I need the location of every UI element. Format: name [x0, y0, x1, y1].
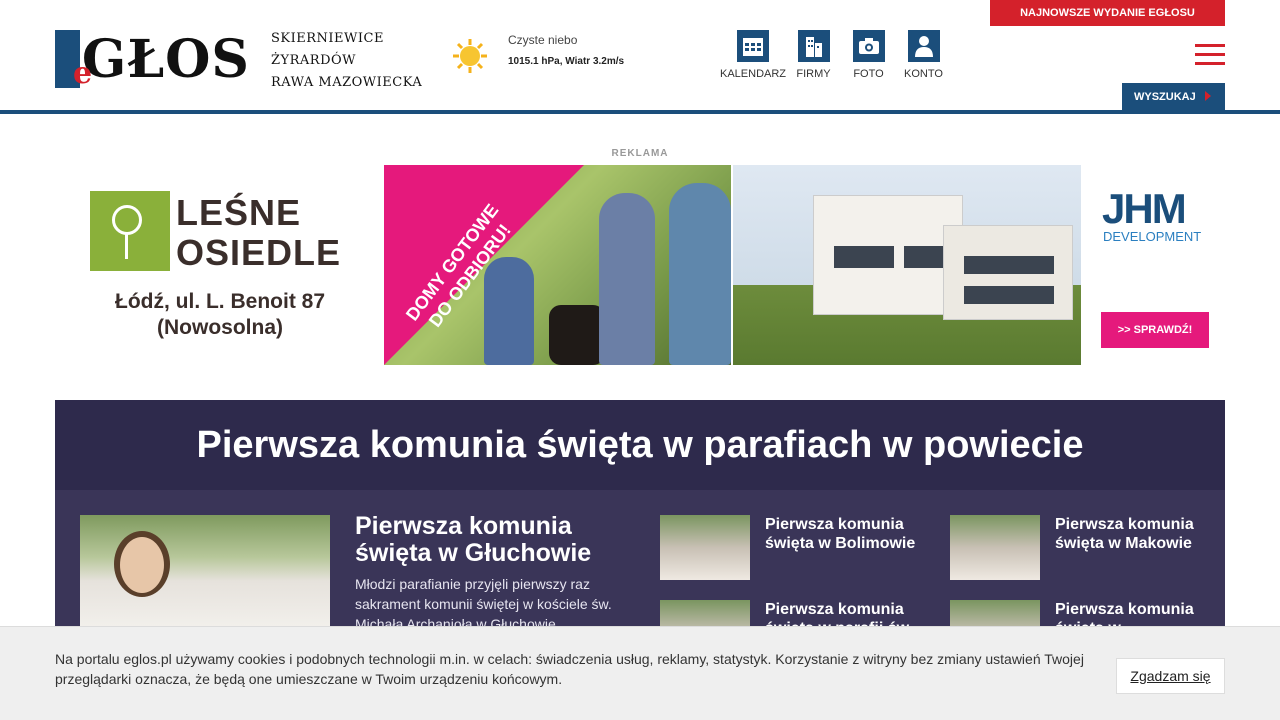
side-article[interactable]: Pierwsza komunia święta w Makowie — [950, 515, 1230, 585]
logo-text: GŁOS — [81, 28, 250, 90]
calendar-icon — [737, 30, 769, 62]
nav-calendar-label: KALENDARZ — [720, 68, 787, 80]
feature-banner: Pierwsza komunia święta w parafiach w po… — [55, 400, 1225, 490]
latest-issue-button[interactable]: NAJNOWSZE WYDANIE EGŁOSU — [990, 0, 1225, 26]
search-button[interactable]: WYSZUKAJ — [1122, 83, 1225, 110]
nav-account-label: KONTO — [904, 68, 943, 80]
cookie-accept-button[interactable]: Zgadzam się — [1116, 658, 1225, 694]
nav-firms[interactable]: FIRMY — [786, 30, 841, 80]
nav-photo[interactable]: FOTO — [841, 30, 896, 80]
region-skierniewice[interactable]: SKIERNIEWICE — [271, 28, 422, 50]
side-article-title[interactable]: Pierwsza komunia święta w Makowie — [1055, 515, 1225, 553]
weather-condition: Czyste niebo — [508, 33, 578, 47]
ad-family-photo[interactable]: DOMY GOTOWE DO ODBIORU! — [384, 165, 731, 365]
camera-icon — [852, 30, 885, 62]
weather-details: 1015.1 hPa, Wiatr 3.2m/s — [508, 56, 625, 67]
main-article-title[interactable]: Pierwsza komunia święta w Głuchowie — [355, 513, 615, 567]
side-article-thumb[interactable] — [950, 515, 1040, 580]
nav-calendar[interactable]: KALENDARZ — [720, 30, 786, 80]
ad-check-button[interactable]: >> SPRAWDŹ! — [1101, 312, 1209, 348]
user-icon — [907, 30, 940, 62]
nav-account[interactable]: KONTO — [896, 30, 951, 80]
ad-lesne-osiedle[interactable]: LEŚNE OSIEDLE Łódź, ul. L. Benoit 87 (No… — [70, 165, 380, 365]
building-icon — [797, 30, 830, 62]
region-rawa[interactable]: RAWA MAZOWIECKA — [271, 72, 422, 94]
jhm-logo: JHM — [1102, 185, 1187, 232]
ad-brand: LEŚNE OSIEDLE — [176, 192, 342, 273]
quick-nav: KALENDARZ FIRMY FOTO KONTO — [720, 30, 951, 80]
side-article-title[interactable]: Pierwsza komunia święta w Bolimowie — [765, 515, 935, 553]
chevron-right-icon — [1205, 91, 1211, 101]
ad-label: REKLAMA — [611, 148, 669, 159]
ad-house-photo[interactable] — [733, 165, 1081, 365]
logo-badge-icon — [55, 30, 92, 91]
eglos-logo[interactable]: GŁOS — [55, 28, 250, 91]
nav-firms-label: FIRMY — [796, 68, 831, 80]
ad-address: Łódź, ul. L. Benoit 87 (Nowosolna) — [115, 290, 325, 339]
region-zyrardow[interactable]: ŻYRARDÓW — [271, 50, 422, 72]
cookie-banner: Na portalu eglos.pl używamy cookies i po… — [0, 626, 1280, 720]
nav-photo-label: FOTO — [853, 68, 884, 80]
menu-hamburger-icon[interactable] — [1195, 44, 1225, 66]
region-list: SKIERNIEWICE ŻYRARDÓW RAWA MAZOWIECKA — [271, 28, 422, 94]
site-header: GŁOS SKIERNIEWICE ŻYRARDÓW RAWA MAZOWIEC… — [0, 0, 1280, 114]
main-article-excerpt: Młodzi parafianie przyjęli pierwszy raz … — [355, 576, 612, 632]
ad-jhm[interactable]: JHM DEVELOPMENT >> SPRAWDŹ! — [1095, 165, 1220, 365]
search-button-label: WYSZUKAJ — [1134, 90, 1196, 103]
side-article-thumb[interactable] — [660, 515, 750, 580]
cookie-text: Na portalu eglos.pl używamy cookies i po… — [55, 651, 1084, 687]
side-article[interactable]: Pierwsza komunia święta w Bolimowie — [660, 515, 940, 585]
main-article-image[interactable] — [80, 515, 330, 635]
jhm-development: DEVELOPMENT — [1103, 229, 1202, 244]
sun-icon — [453, 39, 487, 73]
feature-title[interactable]: Pierwsza komunia święta w parafiach w po… — [197, 424, 1084, 467]
tree-logo-icon — [90, 191, 170, 271]
